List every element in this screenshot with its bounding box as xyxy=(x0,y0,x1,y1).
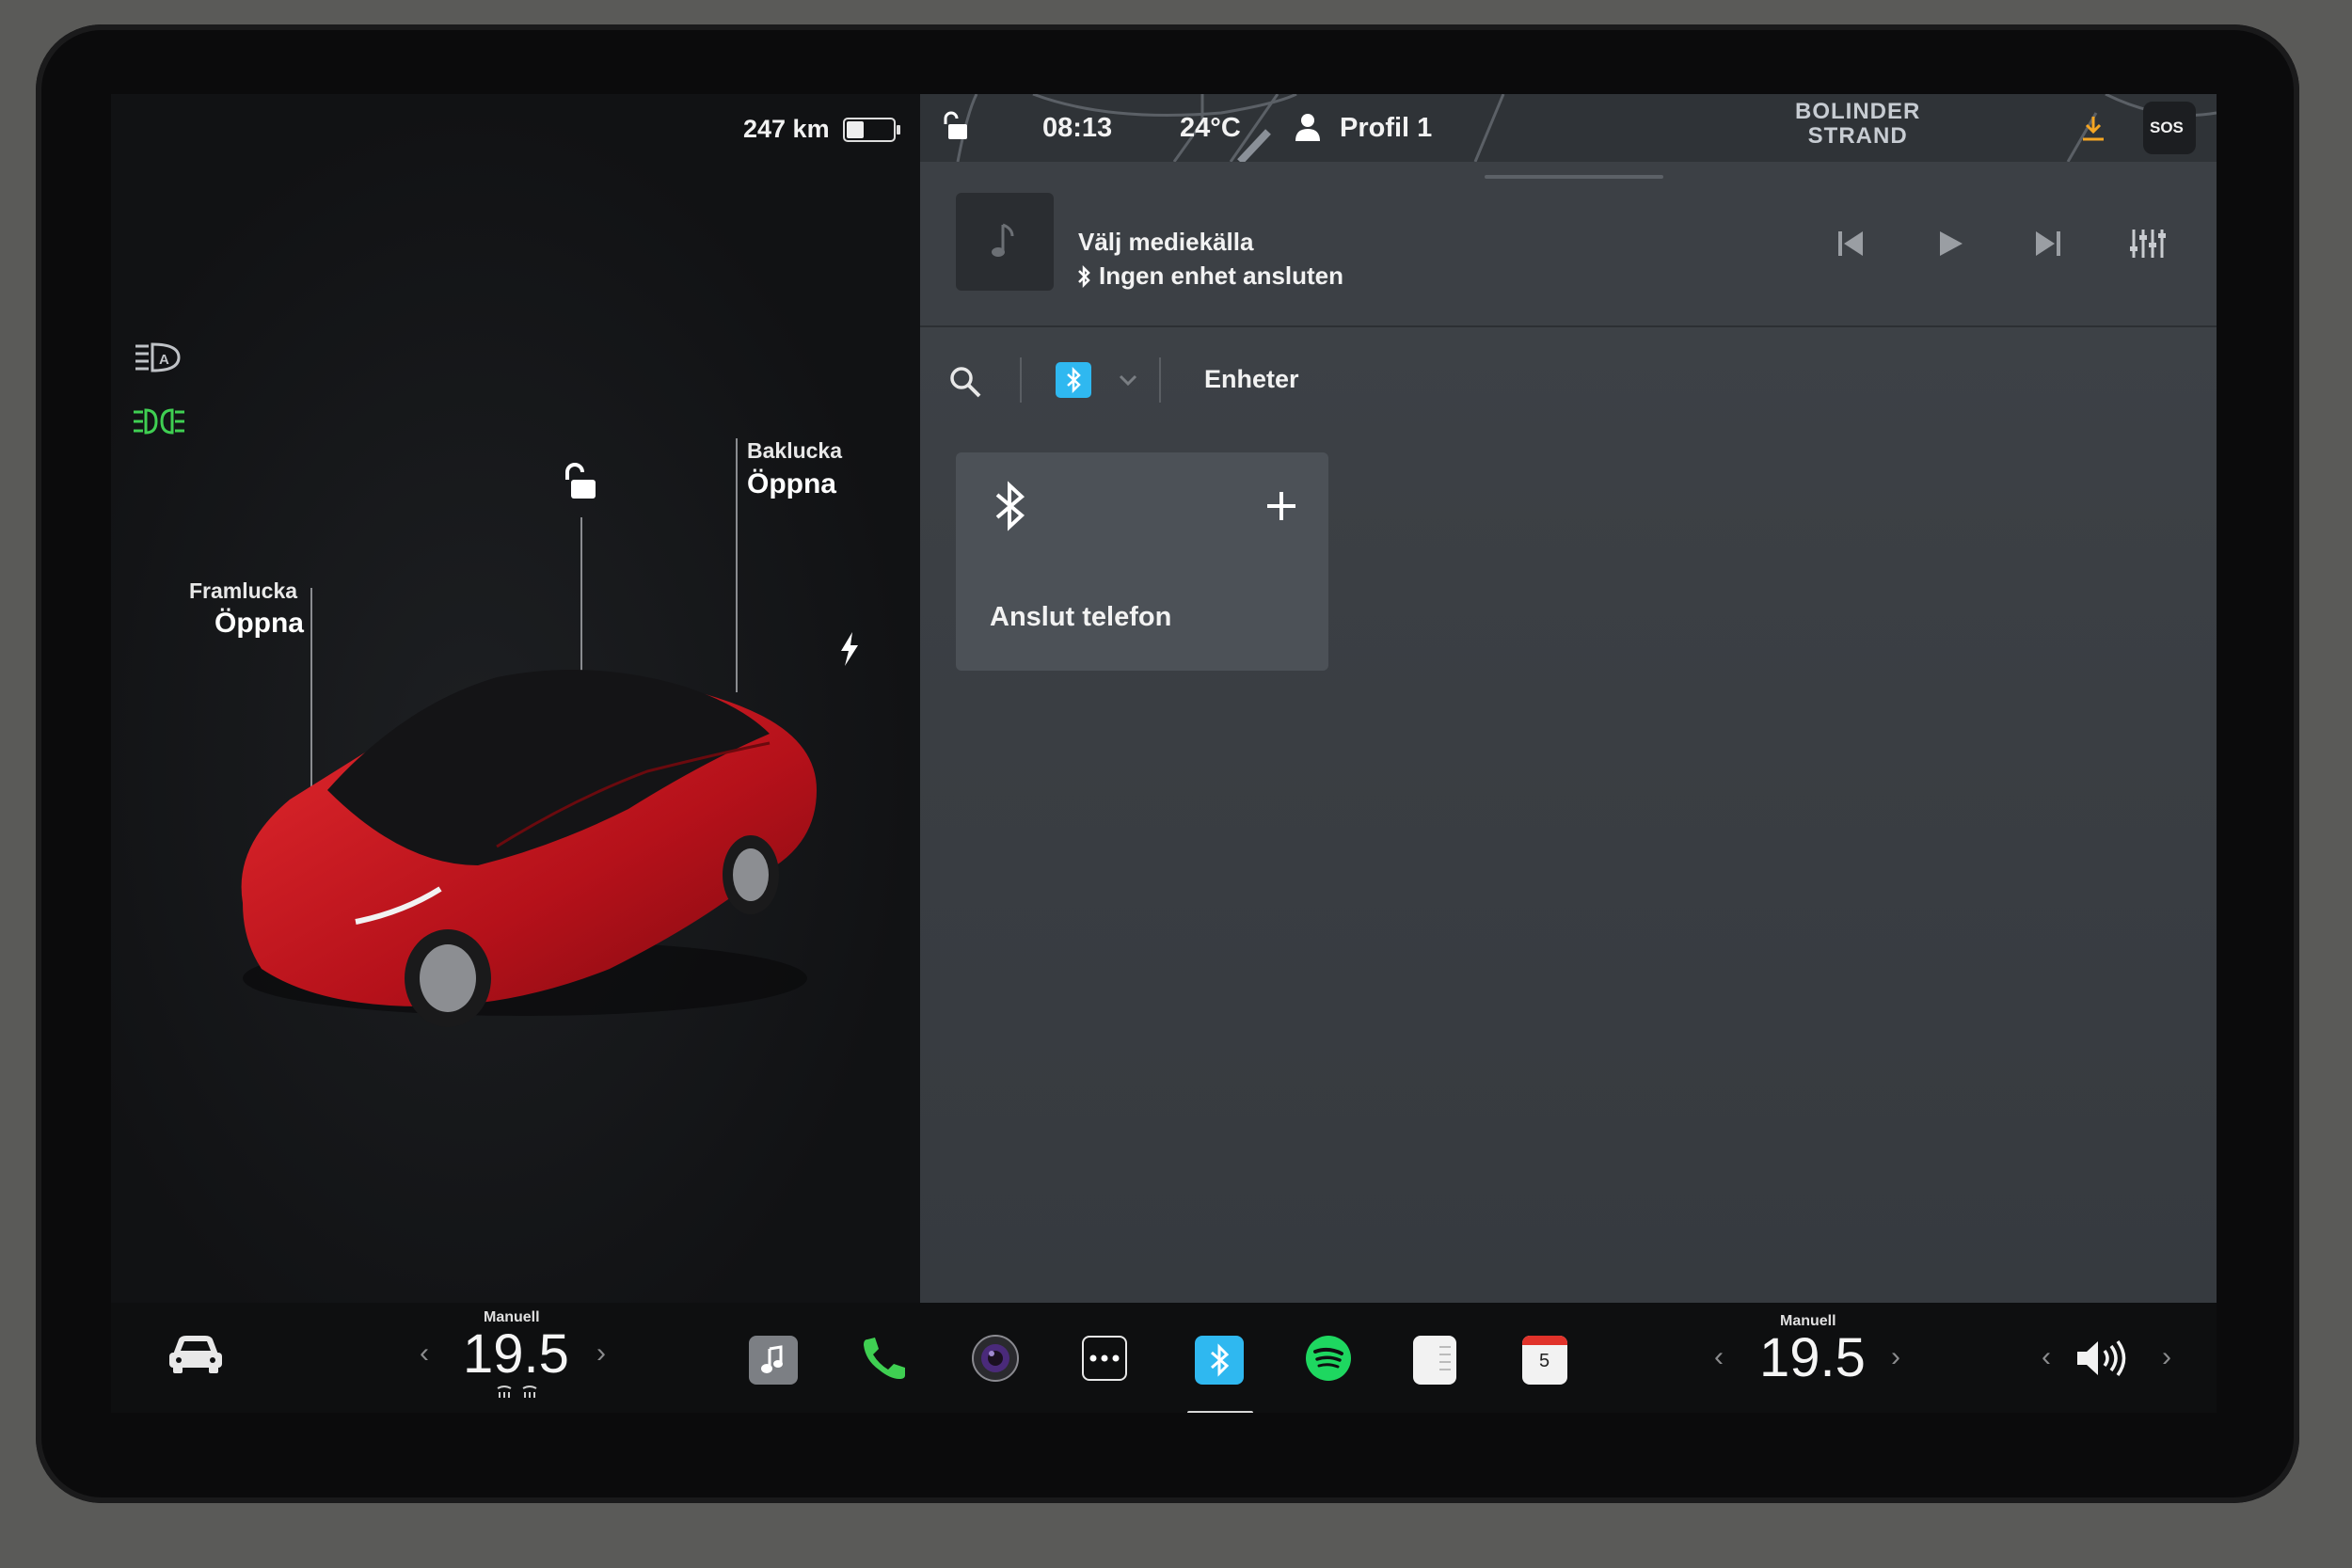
car-illustration xyxy=(241,670,818,1027)
previous-track-icon[interactable] xyxy=(1835,228,1867,260)
map-strip[interactable] xyxy=(920,94,2217,162)
search-icon[interactable] xyxy=(948,365,982,399)
more-apps-icon[interactable] xyxy=(1082,1336,1127,1381)
driver-profile[interactable]: Profil 1 xyxy=(1340,113,1432,144)
map-place-label: BOLINDER STRAND xyxy=(1795,99,1921,149)
driver-temp-up[interactable]: › xyxy=(596,1338,606,1370)
auto-headlight-icon[interactable]: A xyxy=(134,341,183,374)
notes-app-icon[interactable] xyxy=(1413,1336,1456,1385)
download-icon[interactable] xyxy=(2079,115,2107,143)
profile-icon[interactable] xyxy=(1295,113,1321,141)
tab-divider xyxy=(1020,357,1022,403)
outside-temperature: 24°C xyxy=(1180,113,1241,143)
bluetooth-source-tab[interactable] xyxy=(1056,362,1091,398)
battery-range: 247 km xyxy=(743,115,830,143)
driver-temperature[interactable]: 19.5 xyxy=(463,1323,569,1386)
svg-text:A: A xyxy=(159,352,169,368)
sos-label: SOS xyxy=(2150,119,2184,136)
add-icon[interactable] xyxy=(1264,489,1298,523)
music-note-icon xyxy=(992,223,1014,257)
clock: 08:13 xyxy=(1042,113,1113,143)
volume-up[interactable]: › xyxy=(2162,1341,2171,1373)
ellipsis-icon xyxy=(1089,1354,1120,1362)
calendar-app-icon[interactable]: 5 xyxy=(1522,1336,1567,1385)
parking-lights-icon[interactable] xyxy=(132,406,186,436)
car-controls-icon[interactable] xyxy=(167,1332,224,1375)
unlock-icon[interactable] xyxy=(560,461,601,502)
camera-app-icon[interactable] xyxy=(971,1334,1020,1383)
calendar-header xyxy=(1522,1336,1567,1345)
passenger-temperature[interactable]: 19.5 xyxy=(1759,1326,1866,1389)
lock-status-icon[interactable] xyxy=(941,111,969,141)
chevron-down-icon[interactable] xyxy=(1118,372,1138,388)
sos-button[interactable]: SOS xyxy=(2143,102,2196,154)
bluetooth-dock-icon xyxy=(1211,1343,1230,1377)
notes-lines-icon xyxy=(1439,1346,1451,1370)
passenger-temp-down[interactable]: ‹ xyxy=(1714,1341,1724,1373)
calendar-day: 5 xyxy=(1539,1351,1550,1371)
spotify-app-icon[interactable] xyxy=(1304,1334,1353,1383)
touchscreen: 247 km A Framlucka Öppna Baklucka Öppna xyxy=(111,94,2217,1413)
media-device-status: Ingen enhet ansluten xyxy=(1099,261,1344,290)
trunk-open-button[interactable]: Öppna xyxy=(747,468,836,500)
volume-icon[interactable] xyxy=(2074,1338,2128,1379)
trunk-label: Baklucka xyxy=(747,438,843,463)
active-app-indicator xyxy=(1187,1411,1253,1413)
connect-phone-label: Anslut telefon xyxy=(990,602,1172,632)
battery-fill xyxy=(847,121,864,138)
phone-app-icon[interactable] xyxy=(860,1334,909,1383)
tab-devices[interactable]: Enheter xyxy=(1204,365,1299,394)
music-icon xyxy=(761,1345,783,1373)
media-drag-handle[interactable] xyxy=(1485,175,1663,179)
album-art[interactable] xyxy=(956,193,1054,291)
next-track-icon[interactable] xyxy=(2032,228,2064,260)
bluetooth-card-icon xyxy=(995,481,1025,531)
media-source-title[interactable]: Välj mediekälla xyxy=(1078,228,1253,257)
seat-heater-icons[interactable] xyxy=(495,1383,542,1402)
bluetooth-source-icon xyxy=(1067,367,1081,393)
bluetooth-icon xyxy=(1078,265,1090,288)
driver-temp-down[interactable]: ‹ xyxy=(420,1338,429,1370)
battery-icon xyxy=(843,118,900,142)
tab-divider xyxy=(1159,357,1161,403)
play-icon[interactable] xyxy=(1934,228,1966,260)
volume-down[interactable]: ‹ xyxy=(2042,1341,2051,1373)
equalizer-icon[interactable] xyxy=(2128,226,2166,261)
passenger-temp-up[interactable]: › xyxy=(1891,1341,1900,1373)
bluetooth-app-icon[interactable] xyxy=(1195,1336,1244,1385)
media-app-icon[interactable] xyxy=(749,1336,798,1385)
